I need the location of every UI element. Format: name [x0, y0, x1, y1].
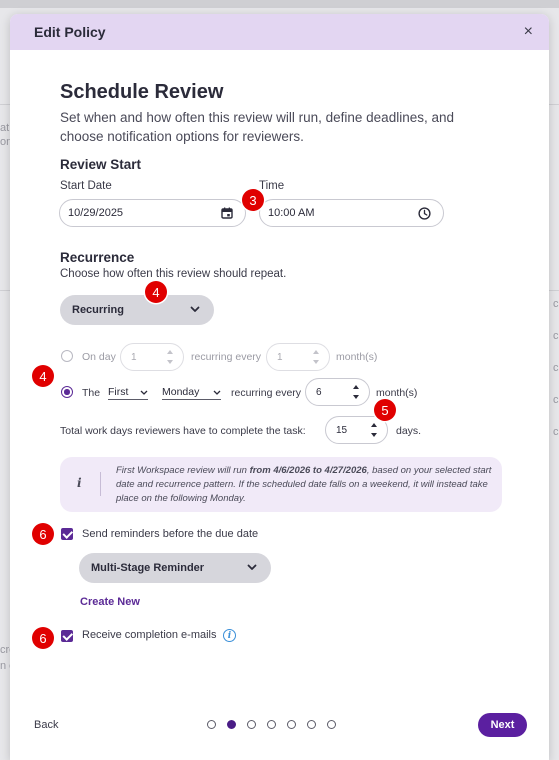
annotation-badge: 6 [32, 627, 54, 649]
send-reminders-label: Send reminders before the due date [82, 528, 259, 540]
chevron-down-icon [190, 304, 200, 316]
workdays-unit: days. [396, 425, 422, 437]
the-every-value: 6 [316, 386, 322, 398]
info-text-part: First Workspace review will run [116, 465, 250, 476]
annotation-badge: 6 [32, 523, 54, 545]
start-date-label: Start Date [60, 180, 112, 192]
step-dot[interactable] [267, 720, 276, 729]
stepper-arrows-icon[interactable] [371, 421, 379, 439]
the-label: The [82, 387, 101, 399]
time-value: 10:00 AM [268, 207, 315, 219]
clock-icon[interactable] [418, 206, 431, 220]
step-dot[interactable] [307, 720, 316, 729]
on-day-radio[interactable] [61, 350, 73, 362]
background-topbar [0, 0, 559, 8]
step-indicator [207, 720, 336, 729]
workdays-stepper[interactable]: 15 [325, 416, 388, 444]
background-text: c [553, 426, 559, 438]
chevron-down-icon [213, 386, 221, 398]
send-reminders-checkbox[interactable] [61, 528, 73, 540]
next-button[interactable]: Next [478, 713, 527, 737]
completion-emails-label: Receive completion e-mails [82, 629, 217, 641]
on-day-every-stepper[interactable]: 1 [266, 343, 330, 371]
the-recurring-every-label: recurring every [231, 387, 302, 399]
reminder-type-dropdown[interactable]: Multi-Stage Reminder [79, 553, 271, 583]
step-dot-current[interactable] [227, 720, 236, 729]
start-date-value: 10/29/2025 [68, 207, 124, 219]
step-dot[interactable] [327, 720, 336, 729]
weekday-value: Monday [162, 386, 200, 398]
annotation-badge: 3 [242, 189, 264, 211]
completion-emails-checkbox[interactable] [61, 630, 73, 642]
info-divider [100, 472, 101, 496]
step-dot[interactable] [287, 720, 296, 729]
page-description: Set when and how often this review will … [60, 110, 454, 144]
page-title: Schedule Review [60, 81, 224, 103]
on-day-label: On day [82, 351, 116, 363]
info-date-range: from 4/6/2026 to 4/27/2026 [249, 465, 367, 476]
schedule-info-box: i First Workspace review will run from 4… [60, 457, 502, 512]
info-icon: i [77, 476, 82, 490]
modal-title: Edit Policy [34, 24, 106, 40]
ordinal-select[interactable]: First [108, 386, 148, 400]
review-start-heading: Review Start [60, 157, 142, 172]
chevron-down-icon [247, 562, 257, 574]
start-date-input[interactable]: 10/29/2025 [59, 199, 246, 227]
ordinal-value: First [108, 386, 129, 398]
background-text: c [553, 362, 559, 374]
on-day-day-stepper[interactable]: 1 [120, 343, 184, 371]
step-dot[interactable] [207, 720, 216, 729]
step-dot[interactable] [247, 720, 256, 729]
recurrence-mode-value: Recurring [72, 304, 124, 316]
background-text: c [553, 394, 559, 406]
annotation-badge: 5 [374, 399, 396, 421]
time-label: Time [259, 180, 285, 192]
edit-policy-modal: Edit Policy × Schedule Review Set when a… [10, 14, 549, 760]
background-text: c [553, 330, 559, 342]
modal-header: Edit Policy × [10, 14, 549, 50]
stepper-arrows-icon[interactable] [313, 348, 321, 366]
stepper-arrows-icon[interactable] [167, 348, 175, 366]
create-new-link[interactable]: Create New [80, 596, 140, 608]
back-button[interactable]: Back [34, 719, 58, 731]
close-icon[interactable]: × [524, 24, 533, 40]
reminder-type-value: Multi-Stage Reminder [91, 562, 205, 574]
stepper-arrows-icon[interactable] [353, 383, 361, 401]
the-every-stepper[interactable]: 6 [305, 378, 370, 406]
help-info-icon[interactable]: i [223, 629, 236, 642]
on-day-every-value: 1 [277, 351, 283, 363]
background-text: c [553, 298, 559, 310]
on-day-recurring-every-label: recurring every [191, 351, 262, 363]
chevron-down-icon [140, 386, 148, 398]
the-unit-label: month(s) [376, 387, 418, 399]
on-day-day-value: 1 [131, 351, 137, 363]
weekday-select[interactable]: Monday [162, 386, 221, 400]
recurrence-mode-dropdown[interactable]: Recurring [60, 295, 214, 325]
recurrence-subtext: Choose how often this review should repe… [60, 268, 287, 280]
on-day-unit-label: month(s) [336, 351, 378, 363]
recurrence-heading: Recurrence [60, 250, 135, 265]
workdays-label: Total work days reviewers have to comple… [60, 425, 306, 437]
calendar-icon[interactable] [221, 207, 233, 219]
time-input[interactable]: 10:00 AM [259, 199, 444, 227]
info-text: First Workspace review will run from 4/6… [116, 464, 492, 506]
annotation-badge: 4 [32, 365, 54, 387]
annotation-badge: 4 [145, 281, 167, 303]
workdays-value: 15 [336, 424, 348, 436]
background-text: at [0, 122, 10, 134]
the-weekday-radio[interactable] [61, 386, 73, 398]
